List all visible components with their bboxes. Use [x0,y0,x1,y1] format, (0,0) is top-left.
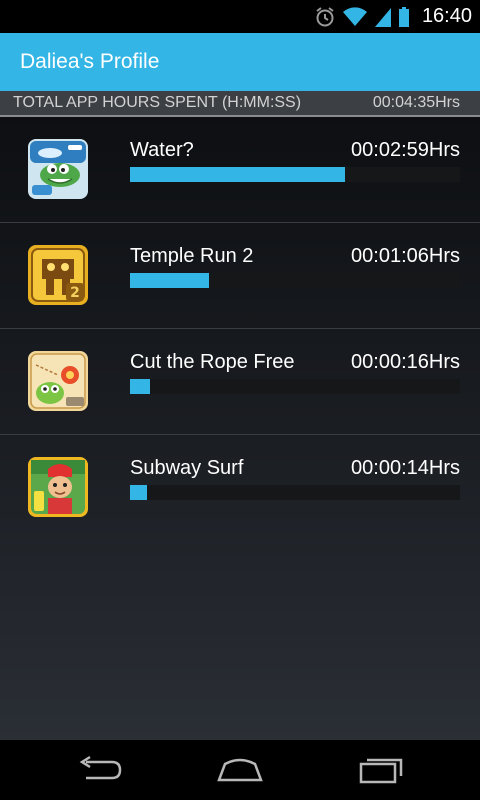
alarm-icon [314,6,336,28]
home-icon[interactable] [215,754,265,786]
app-name: Water? [130,139,194,161]
usage-bar-fill [130,485,147,500]
usage-bar [130,485,460,500]
summary-label: TOTAL APP HOURS SPENT (H:MM:SS) [13,94,302,111]
summary-total: 00:04:35Hrs [372,94,460,111]
battery-icon [398,6,410,28]
subway-surf-icon [28,457,88,517]
summary-header: TOTAL APP HOURS SPENT (H:MM:SS) 00:04:35… [0,91,480,117]
action-bar: Daliea's Profile [0,33,480,91]
usage-bar [130,273,460,288]
status-bar: 16:40 [0,0,480,33]
app-list: Water? 00:02:59Hrs 2 Temple Run 2 00:01:… [0,117,480,540]
signal-icon [374,6,392,28]
list-item[interactable]: Cut the Rope Free 00:00:16Hrs [0,329,480,435]
svg-text:2: 2 [70,285,80,301]
water-game-icon [28,139,88,199]
navigation-bar [0,740,480,800]
app-name: Temple Run 2 [130,245,254,267]
clock: 16:40 [421,5,472,27]
temple-run-icon: 2 [28,245,88,305]
recent-apps-icon[interactable] [357,754,407,786]
cut-the-rope-icon [28,351,88,411]
app-time: 00:02:59Hrs [351,139,460,161]
app-time: 00:01:06Hrs [351,245,460,267]
content: TOTAL APP HOURS SPENT (H:MM:SS) 00:04:35… [0,91,480,740]
wifi-icon [342,6,368,28]
list-item[interactable]: 2 Temple Run 2 00:01:06Hrs [0,223,480,329]
back-icon[interactable] [76,754,126,786]
app-time: 00:00:14Hrs [351,457,460,479]
usage-bar-fill [130,379,150,394]
status-icons: 16:40 [314,0,472,33]
app-name: Cut the Rope Free [130,351,295,373]
usage-bar [130,379,460,394]
page-title: Daliea's Profile [20,50,160,73]
screen: 16:40 Daliea's Profile TOTAL APP HOURS S… [0,0,480,800]
usage-bar-fill [130,167,345,182]
usage-bar [130,167,460,182]
app-time: 00:00:16Hrs [351,351,460,373]
list-item[interactable]: Water? 00:02:59Hrs [0,117,480,223]
usage-bar-fill [130,273,210,288]
list-item[interactable]: Subway Surf 00:00:14Hrs [0,435,480,540]
app-name: Subway Surf [130,457,244,479]
